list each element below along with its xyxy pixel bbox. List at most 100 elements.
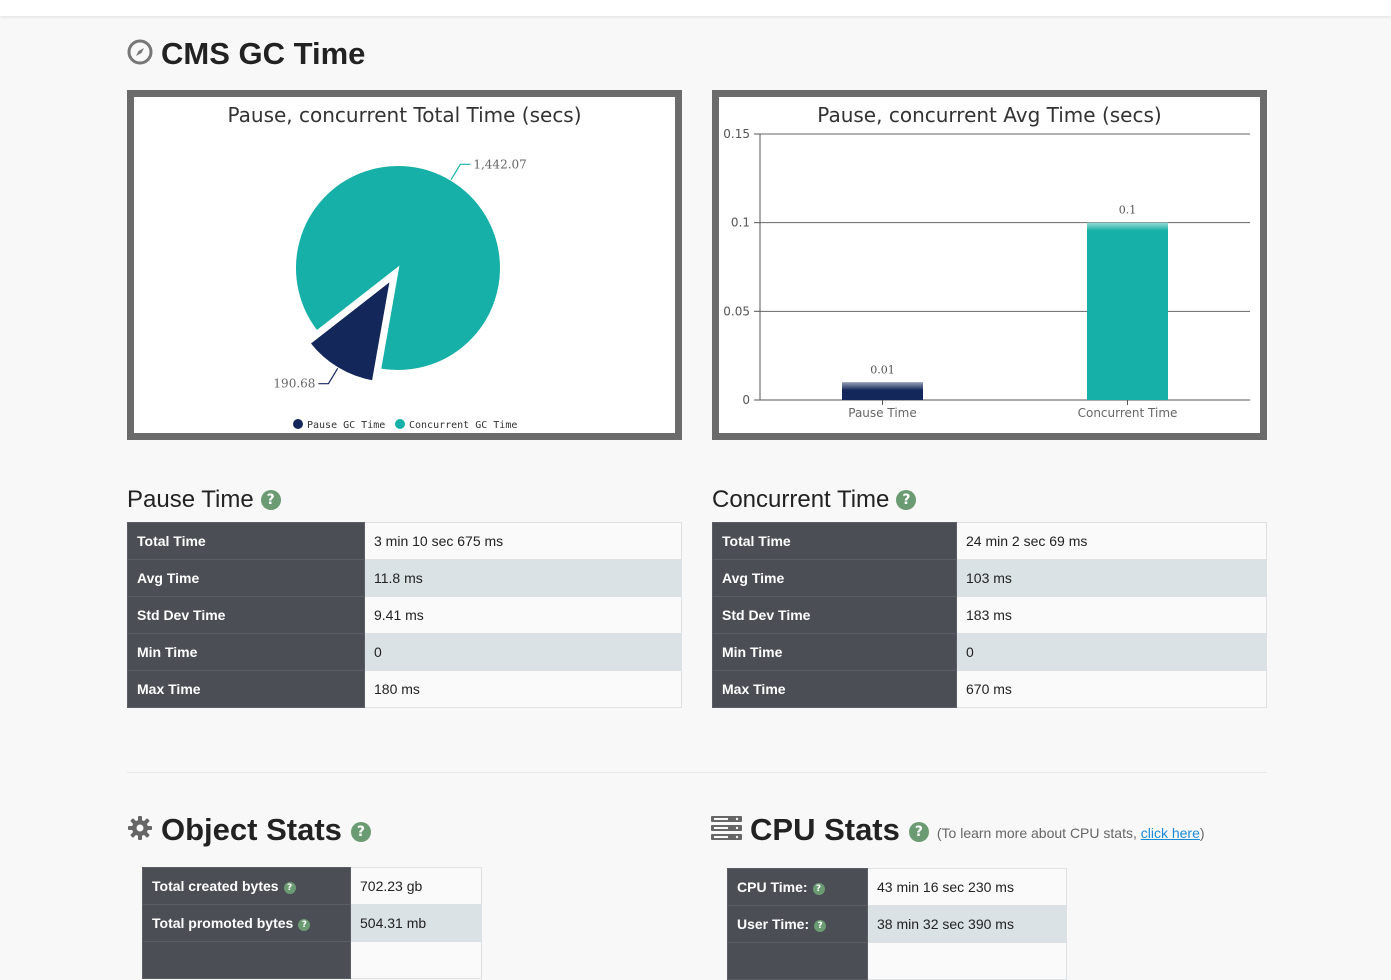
row-value: 38 min 32 sec 390 ms <box>867 905 1067 943</box>
object-stats-heading: Object Stats ? <box>127 812 371 848</box>
row-label <box>142 941 351 979</box>
page-title: CMS GC Time <box>161 36 366 71</box>
help-icon[interactable]: ? <box>298 919 311 931</box>
bar-value-label: 0.01 <box>870 363 895 376</box>
table-row: Avg Time 103 ms <box>712 559 1267 597</box>
row-value: 670 ms <box>956 670 1267 708</box>
pie-label-pause: 190.68 <box>273 377 315 391</box>
concurrent-time-title: Concurrent Time <box>712 486 890 513</box>
cpu-note-suffix: ) <box>1199 825 1205 841</box>
cms-gc-section-title: CMS GC Time <box>127 36 365 72</box>
cpu-note-prefix: (To learn more about CPU stats, <box>936 825 1141 841</box>
y-tick-label: 0.05 <box>723 304 750 318</box>
row-value <box>867 942 1067 980</box>
bar-gloss <box>842 382 923 391</box>
x-category-label: Concurrent Time <box>1078 406 1178 420</box>
y-tick-label: 0.1 <box>731 216 750 230</box>
avg-time-bar-chart: 0.15 0.1 0.05 0 0.01 Pause Time 0.1 Concurrent… <box>723 127 1250 420</box>
object-stats-table: Total created bytes? 702.23 gb Total prom… <box>142 867 482 979</box>
table-row: Max Time 670 ms <box>712 670 1267 708</box>
pause-time-heading: Pause Time ? <box>127 486 281 514</box>
pie-label-connector <box>318 367 339 385</box>
cpu-stats-heading: CPU Stats ? (To learn more about CPU sta… <box>711 812 1205 848</box>
help-icon[interactable]: ? <box>260 490 281 510</box>
table-row: Std Dev Time 9.41 ms <box>127 596 682 634</box>
help-icon[interactable]: ? <box>283 882 296 894</box>
row-label: Std Dev Time <box>712 596 957 634</box>
compass-icon <box>127 39 153 70</box>
cpu-stats-learn-more-link[interactable]: click here <box>1141 825 1200 841</box>
table-row: Min Time 0 <box>127 633 682 671</box>
section-divider <box>127 772 1267 773</box>
row-value: 180 ms <box>364 670 682 708</box>
help-icon[interactable]: ? <box>814 920 827 932</box>
row-label-text: User Time: <box>737 916 810 932</box>
gear-icon <box>127 815 153 846</box>
row-value: 504.31 mb <box>350 904 482 942</box>
row-label: CPU Time:? <box>727 868 868 906</box>
table-row: User Time:? 38 min 32 sec 390 ms <box>727 905 1067 943</box>
row-value: 183 ms <box>956 596 1267 634</box>
pie-legend: Pause GC Time Concurrent GC Time <box>293 419 517 431</box>
table-row: CPU Time:? 43 min 16 sec 230 ms <box>727 868 1067 906</box>
table-row: Std Dev Time 183 ms <box>712 596 1267 634</box>
table-row: Max Time 180 ms <box>127 670 682 708</box>
row-label: Max Time <box>127 670 365 708</box>
row-label: Min Time <box>127 633 365 671</box>
legend-marker-concurrent <box>395 419 405 429</box>
legend-label-concurrent[interactable]: Concurrent GC Time <box>409 420 517 431</box>
legend-marker-pause <box>293 419 303 429</box>
row-value: 43 min 16 sec 230 ms <box>867 868 1067 906</box>
top-bar <box>0 0 1391 16</box>
row-label: Total promoted bytes? <box>142 904 351 942</box>
table-row: Avg Time 11.8 ms <box>127 559 682 597</box>
row-value: 24 min 2 sec 69 ms <box>956 522 1267 560</box>
row-value: 0 <box>364 633 682 671</box>
total-time-chart: Pause, concurrent Total Time (secs) 190.… <box>127 90 682 440</box>
row-label: Total Time <box>127 522 365 560</box>
bar-value-label: 0.1 <box>1119 204 1137 217</box>
row-value: 702.23 gb <box>350 867 482 905</box>
avg-time-chart: Pause, concurrent Avg Time (secs) 0.15 0.… <box>712 90 1267 440</box>
pause-time-title: Pause Time <box>127 486 254 513</box>
row-value: 3 min 10 sec 675 ms <box>364 522 682 560</box>
row-label: User Time:? <box>727 905 868 943</box>
bar-concurrent-time[interactable] <box>1087 222 1168 400</box>
table-row: Total created bytes? 702.23 gb <box>142 867 482 905</box>
table-row: Total Time 24 min 2 sec 69 ms <box>712 522 1267 560</box>
row-label: Min Time <box>712 633 957 671</box>
row-label-text: CPU Time: <box>737 879 808 895</box>
row-value <box>350 941 482 979</box>
row-label: Total Time <box>712 522 957 560</box>
row-label: Max Time <box>712 670 957 708</box>
row-label: Avg Time <box>712 559 957 597</box>
cpu-stats-table: CPU Time:? 43 min 16 sec 230 ms User Time… <box>727 868 1067 980</box>
pause-time-table: Total Time 3 min 10 sec 675 ms Avg Time 11… <box>127 522 682 708</box>
legend-label-pause[interactable]: Pause GC Time <box>307 420 385 431</box>
pie-label-concurrent: 1,442.07 <box>473 157 526 171</box>
row-value: 0 <box>956 633 1267 671</box>
help-icon[interactable]: ? <box>896 490 917 510</box>
concurrent-time-heading: Concurrent Time ? <box>712 486 917 514</box>
row-label: Std Dev Time <box>127 596 365 634</box>
table-row: Total Time 3 min 10 sec 675 ms <box>127 522 682 560</box>
table-row: Min Time 0 <box>712 633 1267 671</box>
help-icon[interactable]: ? <box>350 822 371 842</box>
object-stats-title: Object Stats <box>161 812 342 847</box>
row-label: Avg Time <box>127 559 365 597</box>
help-icon[interactable]: ? <box>812 883 825 895</box>
total-time-pie: 190.68 1,442.07 Pause GC Time Concurrent … <box>273 157 526 431</box>
table-row: Total promoted bytes? 504.31 mb <box>142 904 482 942</box>
table-row <box>727 942 1067 980</box>
help-icon[interactable]: ? <box>908 822 929 842</box>
row-value: 9.41 ms <box>364 596 682 634</box>
row-label <box>727 942 868 980</box>
row-value: 103 ms <box>956 559 1267 597</box>
server-icon <box>711 815 742 846</box>
pie-label-connector <box>450 163 471 181</box>
row-label-text: Total promoted bytes <box>152 915 294 931</box>
table-row <box>142 941 482 979</box>
row-value: 11.8 ms <box>364 559 682 597</box>
cpu-stats-note: (To learn more about CPU stats, click he… <box>937 825 1205 841</box>
y-tick-label: 0.15 <box>723 127 750 141</box>
